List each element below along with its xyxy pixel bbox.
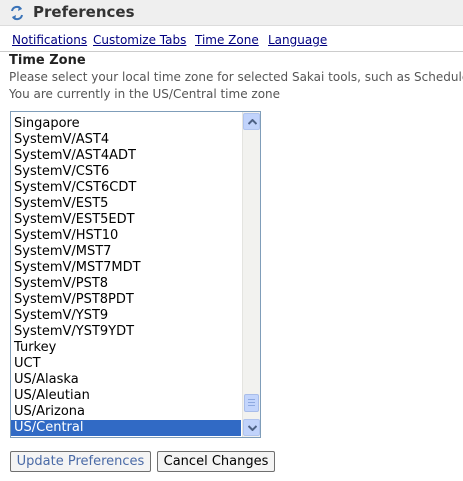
section-heading: Time Zone xyxy=(9,53,86,68)
scroll-thumb[interactable] xyxy=(244,394,259,412)
update-preferences-button[interactable]: Update Preferences xyxy=(10,451,151,472)
nav-notifications-link[interactable]: Notifications xyxy=(12,33,87,47)
timezone-option[interactable]: SystemV/CST6 xyxy=(11,164,241,180)
tool-nav-bar: Notifications Customize Tabs Time Zone L… xyxy=(0,30,463,52)
timezone-option[interactable]: SystemV/EST5EDT xyxy=(11,212,241,228)
title-bar: Preferences xyxy=(0,0,463,26)
nav-time-zone-link[interactable]: Time Zone xyxy=(195,33,259,47)
instruction-text: Please select your local time zone for s… xyxy=(9,70,463,84)
page-title: Preferences xyxy=(33,3,135,21)
current-timezone-text: You are currently in the US/Central time… xyxy=(9,87,281,101)
nav-language-link[interactable]: Language xyxy=(268,33,327,47)
timezone-options: Singapore SystemV/AST4 SystemV/AST4ADT Syst… xyxy=(11,116,241,436)
timezone-option[interactable]: SystemV/MST7 xyxy=(11,244,241,260)
timezone-option[interactable]: US/Central xyxy=(11,420,241,436)
timezone-option[interactable]: SystemV/PST8 xyxy=(11,276,241,292)
timezone-option[interactable]: US/Arizona xyxy=(11,404,241,420)
refresh-arrows-icon xyxy=(9,5,25,21)
cancel-changes-button[interactable]: Cancel Changes xyxy=(157,451,275,472)
timezone-option[interactable]: SystemV/AST4ADT xyxy=(11,148,241,164)
scroll-up-button[interactable] xyxy=(243,113,260,130)
timezone-option[interactable]: SystemV/MST7MDT xyxy=(11,260,241,276)
timezone-option[interactable]: US/Alaska xyxy=(11,372,241,388)
timezone-option[interactable]: SystemV/AST4 xyxy=(11,132,241,148)
listbox-scrollbar[interactable] xyxy=(242,112,260,437)
timezone-option[interactable]: Singapore xyxy=(11,116,241,132)
timezone-option[interactable]: SystemV/CST6CDT xyxy=(11,180,241,196)
chevron-down-icon xyxy=(248,425,257,431)
timezone-option[interactable]: US/Aleutian xyxy=(11,388,241,404)
timezone-option[interactable]: SystemV/YST9YDT xyxy=(11,324,241,340)
timezone-option[interactable]: SystemV/EST5 xyxy=(11,196,241,212)
chevron-up-icon xyxy=(248,119,257,125)
timezone-option[interactable]: SystemV/HST10 xyxy=(11,228,241,244)
scroll-down-button[interactable] xyxy=(243,419,260,436)
timezone-option[interactable]: SystemV/PST8PDT xyxy=(11,292,241,308)
timezone-listbox[interactable]: Singapore SystemV/AST4 SystemV/AST4ADT Syst… xyxy=(10,111,261,438)
nav-customize-tabs-link[interactable]: Customize Tabs xyxy=(93,33,186,47)
timezone-option[interactable]: UCT xyxy=(11,356,241,372)
timezone-option[interactable]: SystemV/YST9 xyxy=(11,308,241,324)
timezone-option[interactable]: Turkey xyxy=(11,340,241,356)
